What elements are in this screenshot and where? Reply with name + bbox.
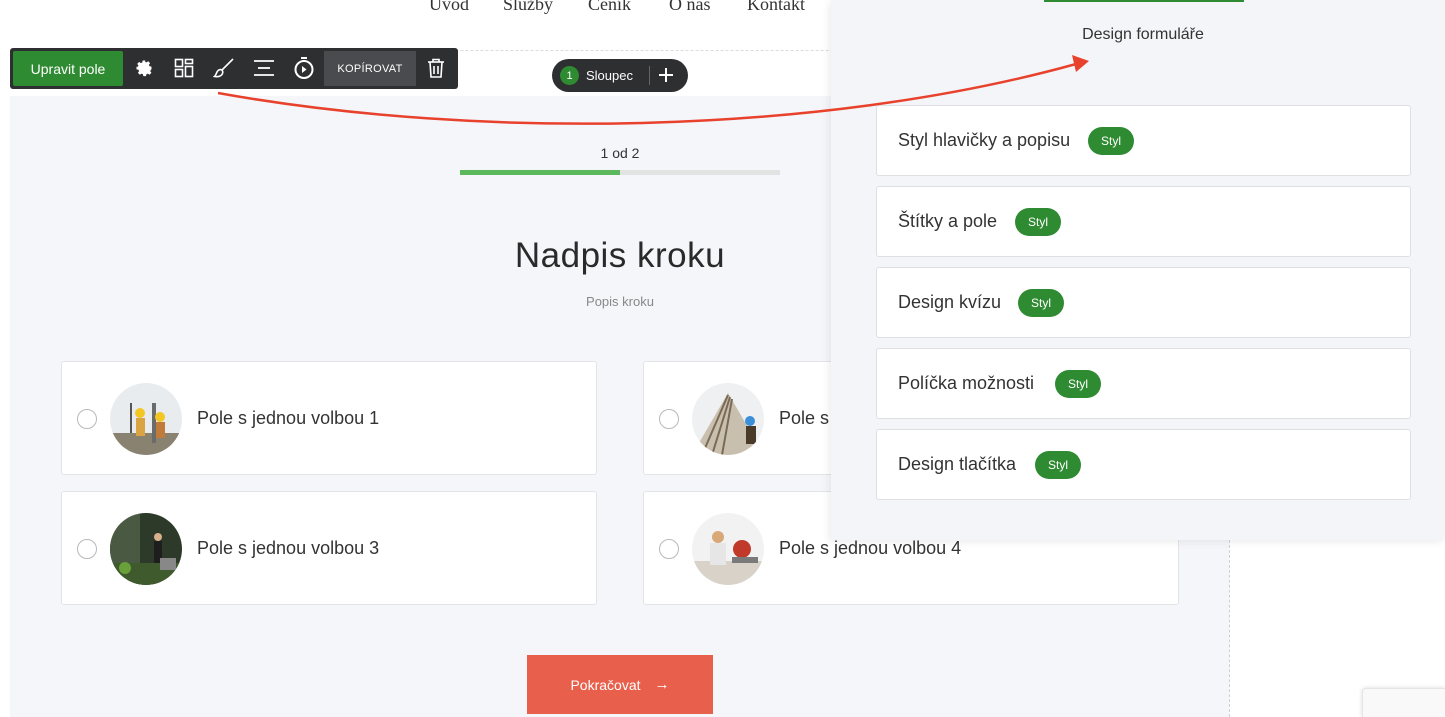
design-item-header-style[interactable]: Styl hlavičky a popisu Styl <box>876 105 1411 176</box>
option-card-1[interactable]: Pole s jednou volbou 1 <box>61 361 597 475</box>
design-item-label: Design tlačítka <box>898 454 1017 474</box>
trash-icon[interactable] <box>424 56 448 80</box>
style-badge[interactable]: Styl <box>1015 208 1062 236</box>
column-label: Sloupec <box>586 68 633 83</box>
column-number-badge: 1 <box>560 66 579 85</box>
gear-icon[interactable] <box>132 56 156 80</box>
option-label: Pole s jednou volbou 4 <box>779 538 962 558</box>
progress-fill <box>460 170 620 175</box>
design-item-button[interactable]: Design tlačítka Styl <box>876 429 1411 500</box>
style-badge[interactable]: Styl <box>1088 127 1135 155</box>
style-badge[interactable]: Styl <box>1018 289 1065 317</box>
layout-icon[interactable] <box>172 56 196 80</box>
option-image-saw <box>692 513 764 585</box>
option-radio[interactable] <box>77 409 97 429</box>
option-label: Pole s <box>779 408 830 428</box>
design-item-labels-fields[interactable]: Štítky a pole Styl <box>876 186 1411 257</box>
canvas-guide-line-right <box>1229 540 1230 717</box>
nav-link-uvod[interactable]: Úvod <box>429 0 469 15</box>
panel-title: Design formuláře <box>1082 26 1204 43</box>
panel-active-tab-indicator <box>1044 0 1244 2</box>
nav-link-sluzby[interactable]: Služby <box>503 0 553 15</box>
step-counter: 1 od 2 <box>600 145 640 161</box>
timer-icon[interactable] <box>292 56 316 80</box>
design-item-label: Styl hlavičky a popisu <box>898 130 1071 150</box>
option-radio[interactable] <box>77 539 97 559</box>
arrow-right-icon: → <box>654 676 670 693</box>
continue-label: Pokračovat <box>570 676 641 693</box>
design-item-label: Štítky a pole <box>898 211 998 231</box>
add-column-icon[interactable] <box>654 63 678 87</box>
brush-icon[interactable] <box>212 56 236 80</box>
option-card-3[interactable]: Pole s jednou volbou 3 <box>61 491 597 605</box>
style-badge[interactable]: Styl <box>1035 451 1082 479</box>
copy-button[interactable]: KOPÍROVAT <box>324 51 416 86</box>
option-image-garden <box>110 513 182 585</box>
edit-field-button[interactable]: Upravit pole <box>13 51 123 86</box>
option-image-workers <box>110 383 182 455</box>
option-label: Pole s jednou volbou 1 <box>197 408 380 428</box>
design-item-label: Políčka možnosti <box>898 373 1035 393</box>
nav-link-cenik[interactable]: Ceník <box>588 0 631 15</box>
continue-button[interactable]: Pokračovat → <box>527 655 713 714</box>
option-image-scaffold <box>692 383 764 455</box>
step-title[interactable]: Nadpis kroku <box>420 236 820 276</box>
step-description[interactable]: Popis kroku <box>420 294 820 309</box>
nav-link-kontakt[interactable]: Kontakt <box>747 0 805 15</box>
design-item-quiz[interactable]: Design kvízu Styl <box>876 267 1411 338</box>
nav-link-o-nas[interactable]: O nás <box>669 0 711 15</box>
option-radio[interactable] <box>659 539 679 559</box>
design-item-option-boxes[interactable]: Políčka možnosti Styl <box>876 348 1411 419</box>
design-item-label: Design kvízu <box>898 292 1002 312</box>
option-radio[interactable] <box>659 409 679 429</box>
align-icon[interactable] <box>252 56 276 80</box>
column-pill-divider <box>649 66 650 85</box>
option-label: Pole s jednou volbou 3 <box>197 538 380 558</box>
progress-bar <box>460 170 780 175</box>
field-toolbar: Upravit pole KOPÍROVAT <box>10 48 458 89</box>
corner-widget[interactable] <box>1362 688 1445 717</box>
style-badge[interactable]: Styl <box>1055 370 1102 398</box>
form-design-panel: Design formuláře Styl hlavičky a popisu … <box>831 0 1445 540</box>
